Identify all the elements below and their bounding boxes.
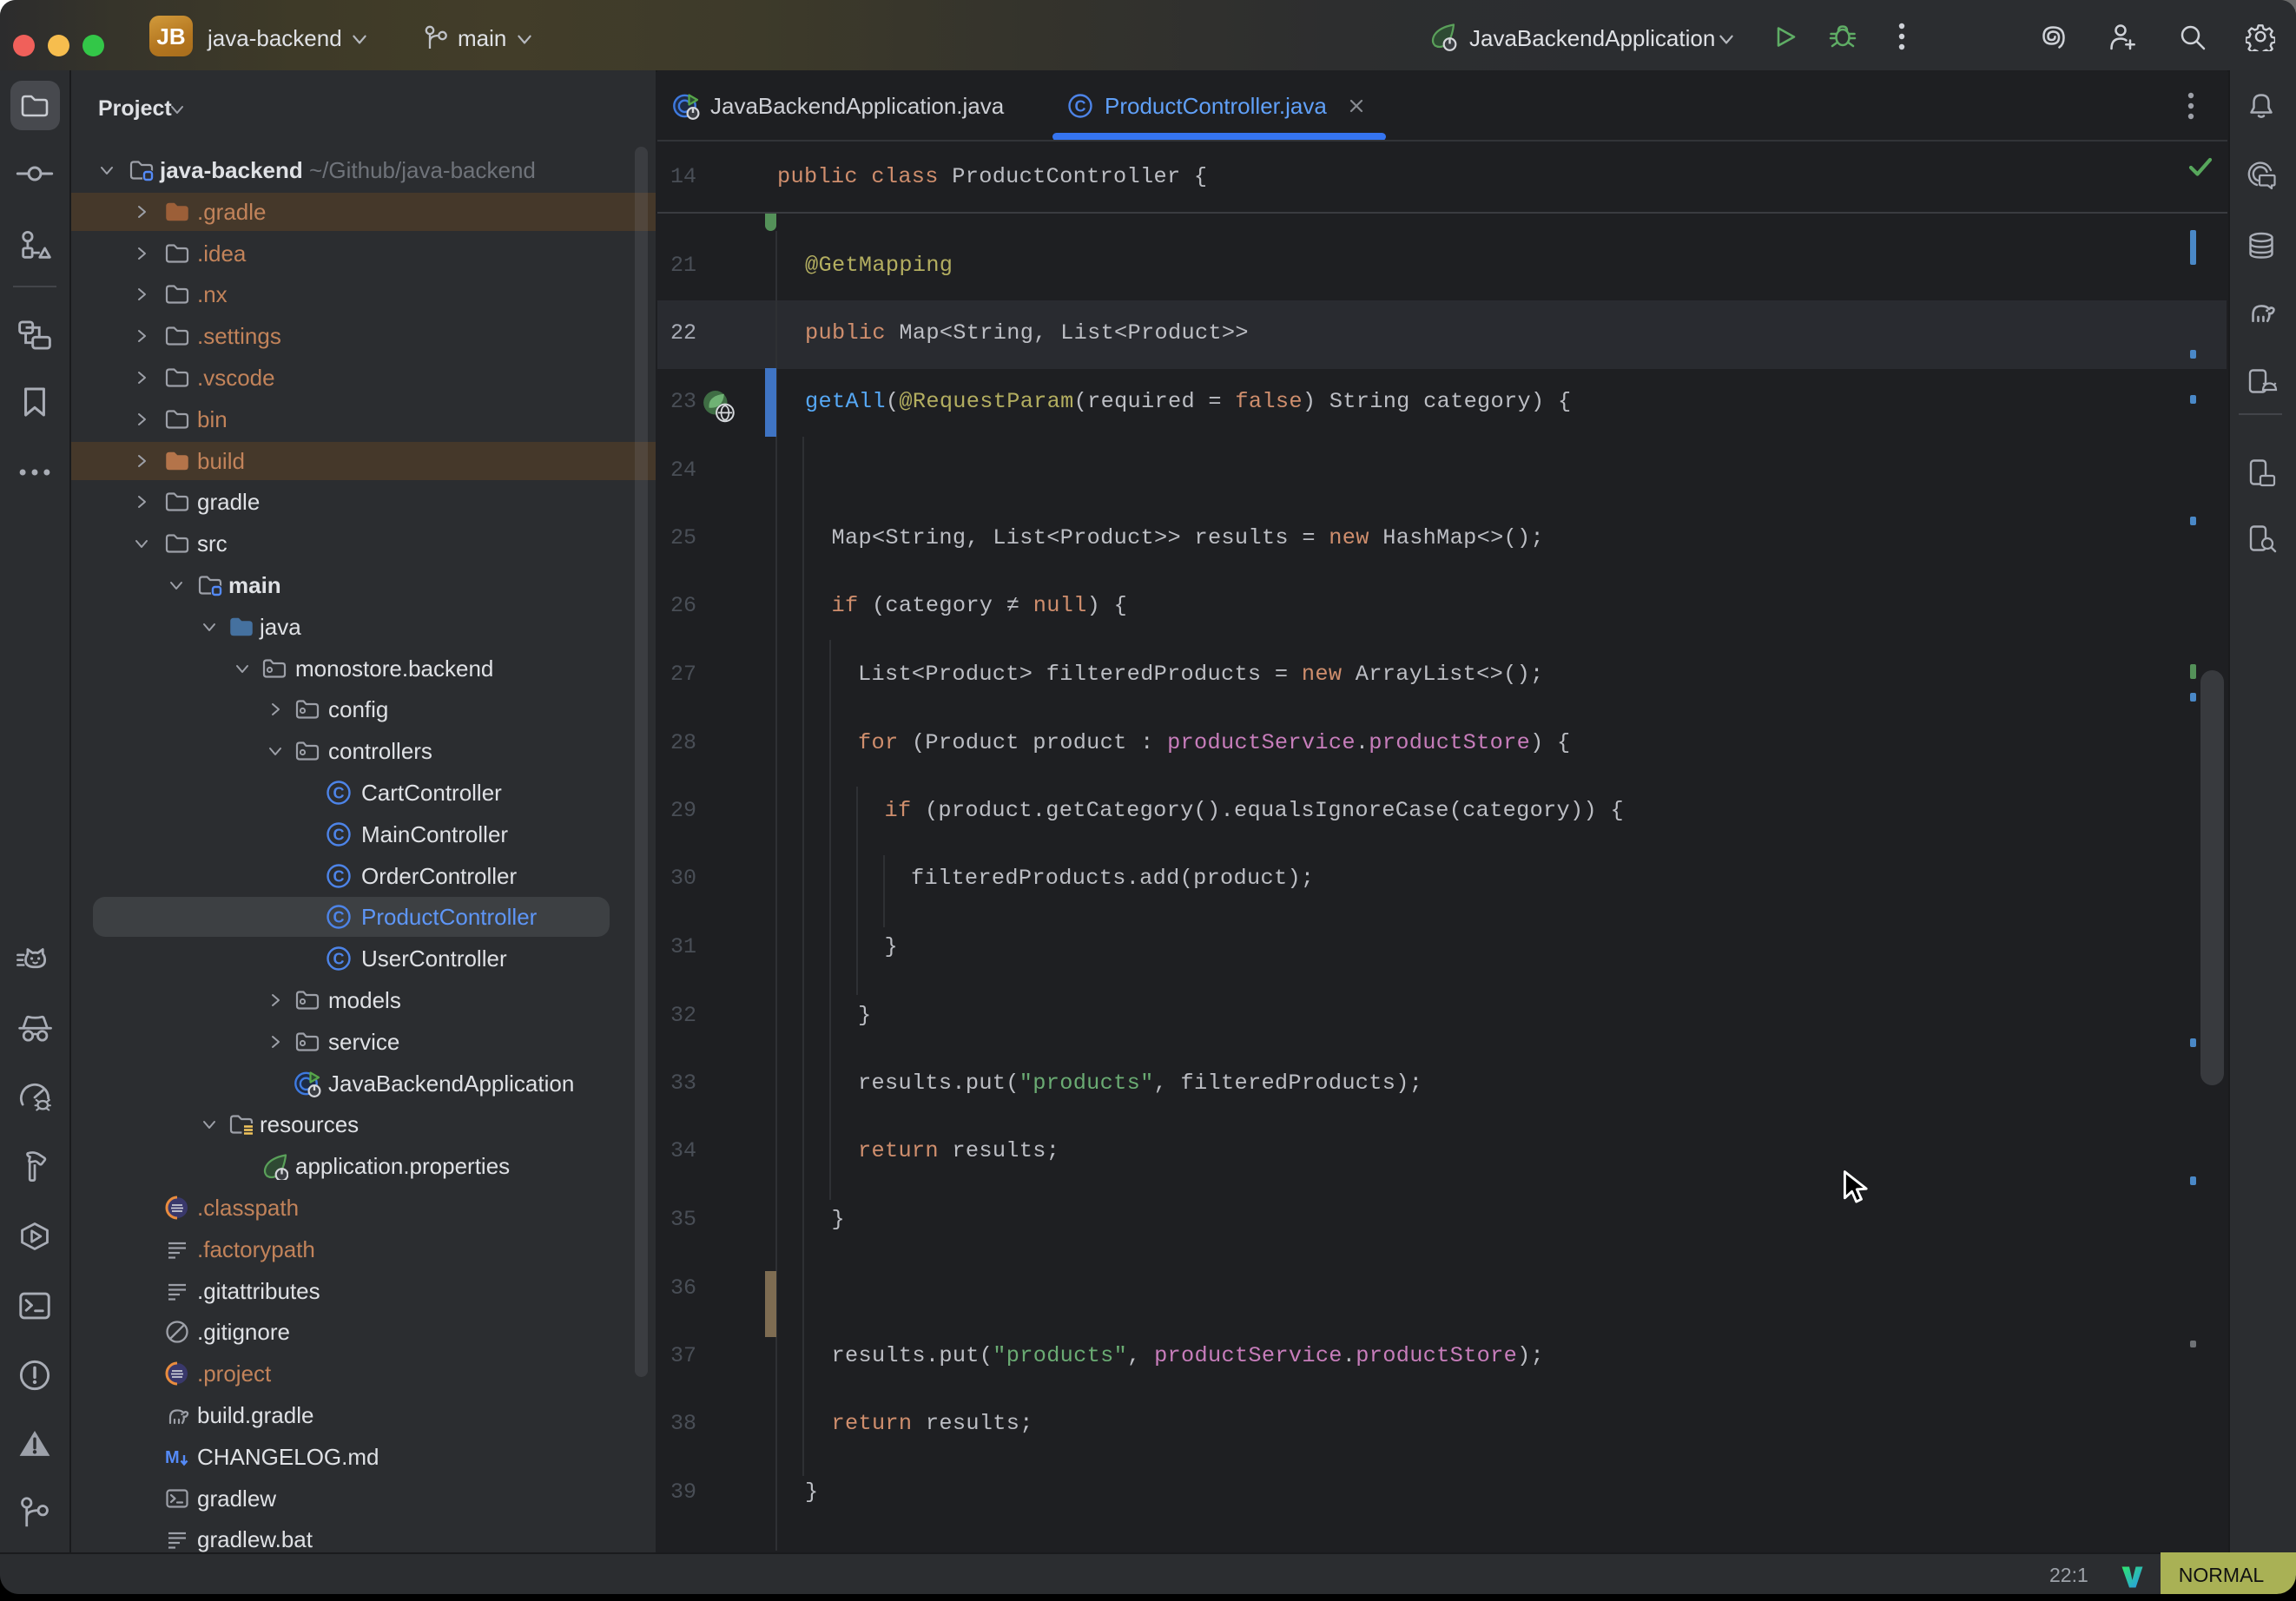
svg-text:C: C xyxy=(333,867,345,885)
svg-text:C: C xyxy=(1075,98,1086,115)
svg-text:M: M xyxy=(165,1448,180,1467)
svg-text:C: C xyxy=(333,785,345,802)
svg-text:C: C xyxy=(333,826,345,843)
svg-text:C: C xyxy=(333,909,345,926)
svg-text:C: C xyxy=(333,951,345,968)
